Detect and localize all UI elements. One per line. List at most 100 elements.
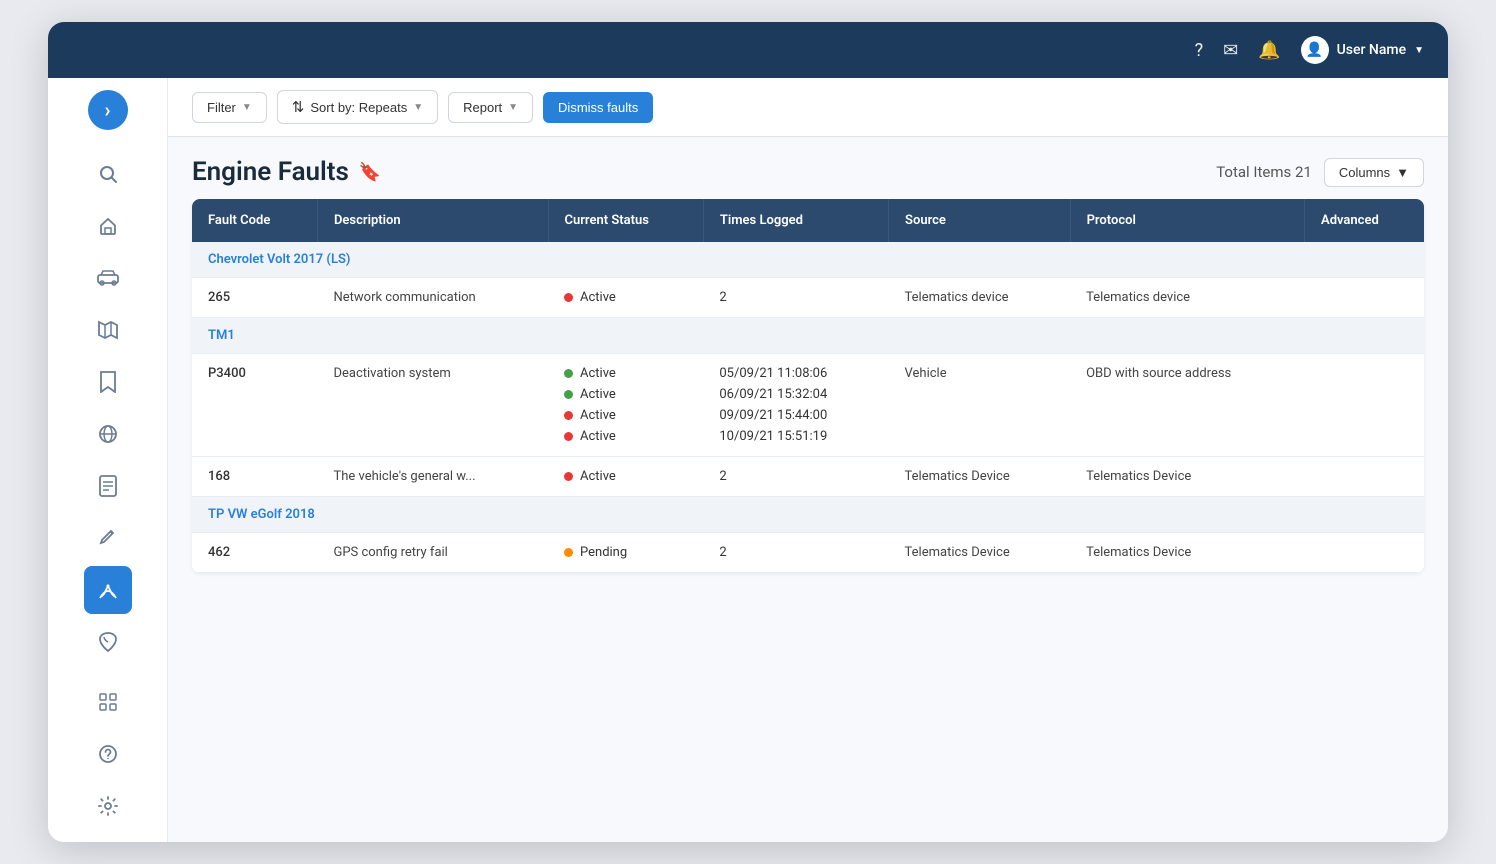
description-cell: Network communication [317, 278, 548, 318]
sidebar-logo[interactable]: › [88, 90, 128, 130]
source-cell: Telematics Device [889, 533, 1071, 573]
status-dot-red [564, 472, 573, 481]
sort-chevron: ▼ [413, 102, 423, 113]
columns-button[interactable]: Columns ▼ [1324, 158, 1424, 187]
sidebar-item-vehicles[interactable] [84, 254, 132, 302]
description-cell: The vehicle's general w... [317, 457, 548, 497]
sidebar-item-grid[interactable] [84, 678, 132, 726]
protocol-cell: OBD with source address [1070, 354, 1304, 457]
table-body: Chevrolet Volt 2017 (LS) 265 Network com… [192, 242, 1424, 573]
page-title-row: Engine Faults 🔖 [192, 157, 381, 187]
sidebar-item-help[interactable] [84, 730, 132, 778]
sidebar-item-map[interactable] [84, 306, 132, 354]
status-dot-green [564, 369, 573, 378]
status-cell: Pending [548, 533, 703, 573]
sidebar-item-faults[interactable] [84, 566, 132, 614]
times-cell: 2 [703, 533, 888, 573]
user-menu[interactable]: 👤 User Name ▼ [1301, 36, 1424, 64]
col-description[interactable]: Description [317, 199, 548, 242]
group-row: TP VW eGolf 2018 [192, 497, 1424, 533]
status-dot-red [564, 411, 573, 420]
total-items-label: Total Items 21 [1216, 163, 1312, 181]
columns-chevron: ▼ [1396, 165, 1409, 180]
description-cell: GPS config retry fail [317, 533, 548, 573]
status-dot-red [564, 432, 573, 441]
advanced-cell [1305, 354, 1424, 457]
sidebar-item-home[interactable] [84, 202, 132, 250]
content-area: Filter ▼ ⇅ Sort by: Repeats ▼ Report ▼ D… [168, 78, 1448, 842]
col-protocol[interactable]: Protocol [1070, 199, 1304, 242]
group-name: TP VW eGolf 2018 [192, 497, 1424, 533]
col-current-status[interactable]: Current Status [548, 199, 703, 242]
source-cell: Telematics device [889, 278, 1071, 318]
times-cell: 2 [703, 457, 888, 497]
status-cell: Active [548, 457, 703, 497]
user-avatar: 👤 [1301, 36, 1329, 64]
fault-code-cell: 168 [192, 457, 317, 497]
sidebar-item-search[interactable] [84, 150, 132, 198]
faults-table: Fault Code Description Current Status Ti… [192, 199, 1424, 573]
sort-icon: ⇅ [292, 98, 305, 116]
fault-code-cell: P3400 [192, 354, 317, 457]
sidebar-item-settings[interactable] [84, 782, 132, 830]
table-container: Fault Code Description Current Status Ti… [168, 199, 1448, 842]
main-layout: › [48, 78, 1448, 842]
table-header: Fault Code Description Current Status Ti… [192, 199, 1424, 242]
group-row: TM1 [192, 318, 1424, 354]
sidebar: › [48, 78, 168, 842]
col-advanced[interactable]: Advanced [1305, 199, 1424, 242]
sort-label: Sort by: Repeats [310, 100, 407, 115]
status-dot-red [564, 293, 573, 302]
col-source[interactable]: Source [889, 199, 1071, 242]
col-times-logged[interactable]: Times Logged [703, 199, 888, 242]
sidebar-item-edit[interactable] [84, 514, 132, 562]
status-dot-orange [564, 548, 573, 557]
top-bar-icons: ? ✉ 🔔 👤 User Name ▼ [1195, 36, 1424, 64]
protocol-cell: Telematics device [1070, 278, 1304, 318]
times-cell: 2 [703, 278, 888, 318]
sort-button[interactable]: ⇅ Sort by: Repeats ▼ [277, 90, 438, 124]
top-bar: ? ✉ 🔔 👤 User Name ▼ [48, 22, 1448, 78]
group-row: Chevrolet Volt 2017 (LS) [192, 242, 1424, 278]
help-icon[interactable]: ? [1195, 40, 1204, 61]
page-header: Engine Faults 🔖 Total Items 21 Columns ▼ [168, 137, 1448, 199]
dismiss-faults-button[interactable]: Dismiss faults [543, 92, 653, 123]
notifications-icon[interactable]: 🔔 [1258, 40, 1280, 61]
status-label: Active [580, 429, 616, 444]
protocol-cell: Telematics Device [1070, 457, 1304, 497]
messages-icon[interactable]: ✉ [1223, 40, 1238, 61]
fault-code-cell: 462 [192, 533, 317, 573]
sidebar-item-reports[interactable] [84, 462, 132, 510]
col-fault-code[interactable]: Fault Code [192, 199, 317, 242]
table-row: 462 GPS config retry fail Pending [192, 533, 1424, 573]
filter-chevron: ▼ [242, 102, 252, 113]
user-name-label: User Name [1337, 42, 1406, 58]
advanced-cell [1305, 278, 1424, 318]
table-row: 265 Network communication Active [192, 278, 1424, 318]
sidebar-item-bookmarks[interactable] [84, 358, 132, 406]
bookmark-icon[interactable]: 🔖 [359, 162, 381, 183]
report-button[interactable]: Report ▼ [448, 92, 533, 123]
status-cell: Active [548, 278, 703, 318]
filter-button[interactable]: Filter ▼ [192, 92, 267, 123]
sidebar-item-eco[interactable] [84, 618, 132, 666]
source-cell: Telematics Device [889, 457, 1071, 497]
sidebar-item-network[interactable] [84, 410, 132, 458]
toolbar: Filter ▼ ⇅ Sort by: Repeats ▼ Report ▼ D… [168, 78, 1448, 137]
status-cell: Active Active Active [548, 354, 703, 457]
protocol-cell: Telematics Device [1070, 533, 1304, 573]
status-dot-green [564, 390, 573, 399]
group-name: TM1 [192, 318, 1424, 354]
status-label: Active [580, 408, 616, 423]
table-row: 168 The vehicle's general w... Active [192, 457, 1424, 497]
dismiss-label: Dismiss faults [558, 100, 638, 115]
total-items-area: Total Items 21 Columns ▼ [1216, 158, 1424, 187]
status-label: Active [580, 387, 616, 402]
fault-code-cell: 265 [192, 278, 317, 318]
description-cell: Deactivation system [317, 354, 548, 457]
app-window: ? ✉ 🔔 👤 User Name ▼ › [48, 22, 1448, 842]
page-title: Engine Faults [192, 157, 349, 187]
user-menu-chevron: ▼ [1414, 45, 1424, 56]
report-label: Report [463, 100, 502, 115]
times-cell: 05/09/21 11:08:06 06/09/21 15:32:04 09/0… [703, 354, 888, 457]
